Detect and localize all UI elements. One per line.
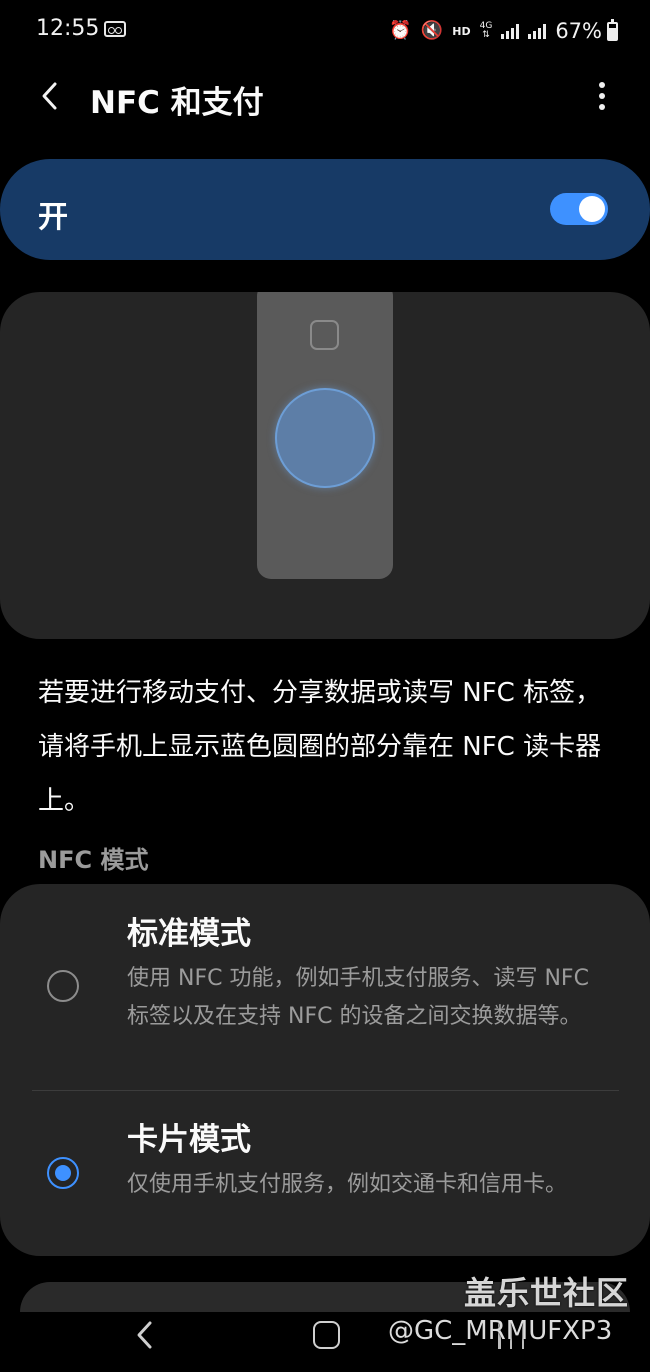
mode-option-description: 使用 NFC 功能，例如手机支付服务、读写 NFC 标签以及在支持 NFC 的设… [127,966,589,1029]
watermark-site: 盖乐世社区 [464,1274,630,1312]
more-options-button[interactable] [586,74,618,118]
data-network-icon: 4G ⇅ [480,22,493,40]
nfc-area-circle [275,388,375,488]
more-dot-icon [599,104,605,110]
back-button[interactable] [30,72,70,120]
camera-sensor-icon [310,320,339,350]
status-bar: 12:55 ⏰ 🔇 HD 4G ⇅ 67% [0,0,650,62]
mode-option-title: 卡片模式 [127,1122,251,1158]
radio-standard[interactable] [47,970,79,1002]
nfc-illustration [0,292,650,639]
hd-voice-label: HD [452,24,471,38]
nfc-master-switch-row[interactable]: 开 [0,159,650,260]
signal-secondary-icon [528,23,547,39]
nfc-mode-card: 标准模式 使用 NFC 功能，例如手机支付服务、读写 NFC 标签以及在支持 N… [0,884,650,1256]
nfc-toggle[interactable] [550,193,608,225]
nfc-mode-section-label: NFC 模式 [38,846,149,874]
page-title: NFC 和支付 [90,85,264,121]
mode-option-description: 仅使用手机支付服务，例如交通卡和信用卡。 [127,1172,568,1197]
battery-icon [607,18,618,41]
back-arrow-icon [42,82,57,110]
nfc-description: 若要进行移动支付、分享数据或读写 NFC 标签，请将手机上显示蓝色圆圈的部分靠在… [38,678,602,816]
signal-icon [501,23,520,39]
watermark-user: @GC_MRMUFXP3 [388,1316,613,1346]
nav-home-button[interactable] [313,1321,340,1349]
voicemail-icon [104,21,126,37]
data-arrows-icon: ⇅ [482,30,490,40]
master-switch-label: 开 [38,200,68,235]
phone-back-graphic [257,292,393,579]
option-divider [32,1090,619,1091]
toggle-knob [579,196,605,222]
mode-option-standard[interactable]: 标准模式 使用 NFC 功能，例如手机支付服务、读写 NFC 标签以及在支持 N… [0,908,650,1088]
more-dot-icon [599,93,605,99]
vibrate-mute-icon: 🔇 [420,20,444,41]
mode-option-title: 标准模式 [127,916,251,952]
nav-back-button[interactable] [132,1320,158,1350]
radio-card-selected[interactable] [47,1157,79,1189]
alarm-icon: ⏰ [389,20,412,41]
nav-back-icon [137,1321,152,1349]
app-bar: NFC 和支付 [0,62,650,132]
mode-option-card[interactable]: 卡片模式 仅使用手机支付服务，例如交通卡和信用卡。 [0,1114,650,1244]
status-time: 12:55 [36,16,100,41]
status-icons: ⏰ 🔇 HD 4G ⇅ 67% [389,16,618,46]
battery-percent: 67% [555,19,602,43]
more-dot-icon [599,82,605,88]
